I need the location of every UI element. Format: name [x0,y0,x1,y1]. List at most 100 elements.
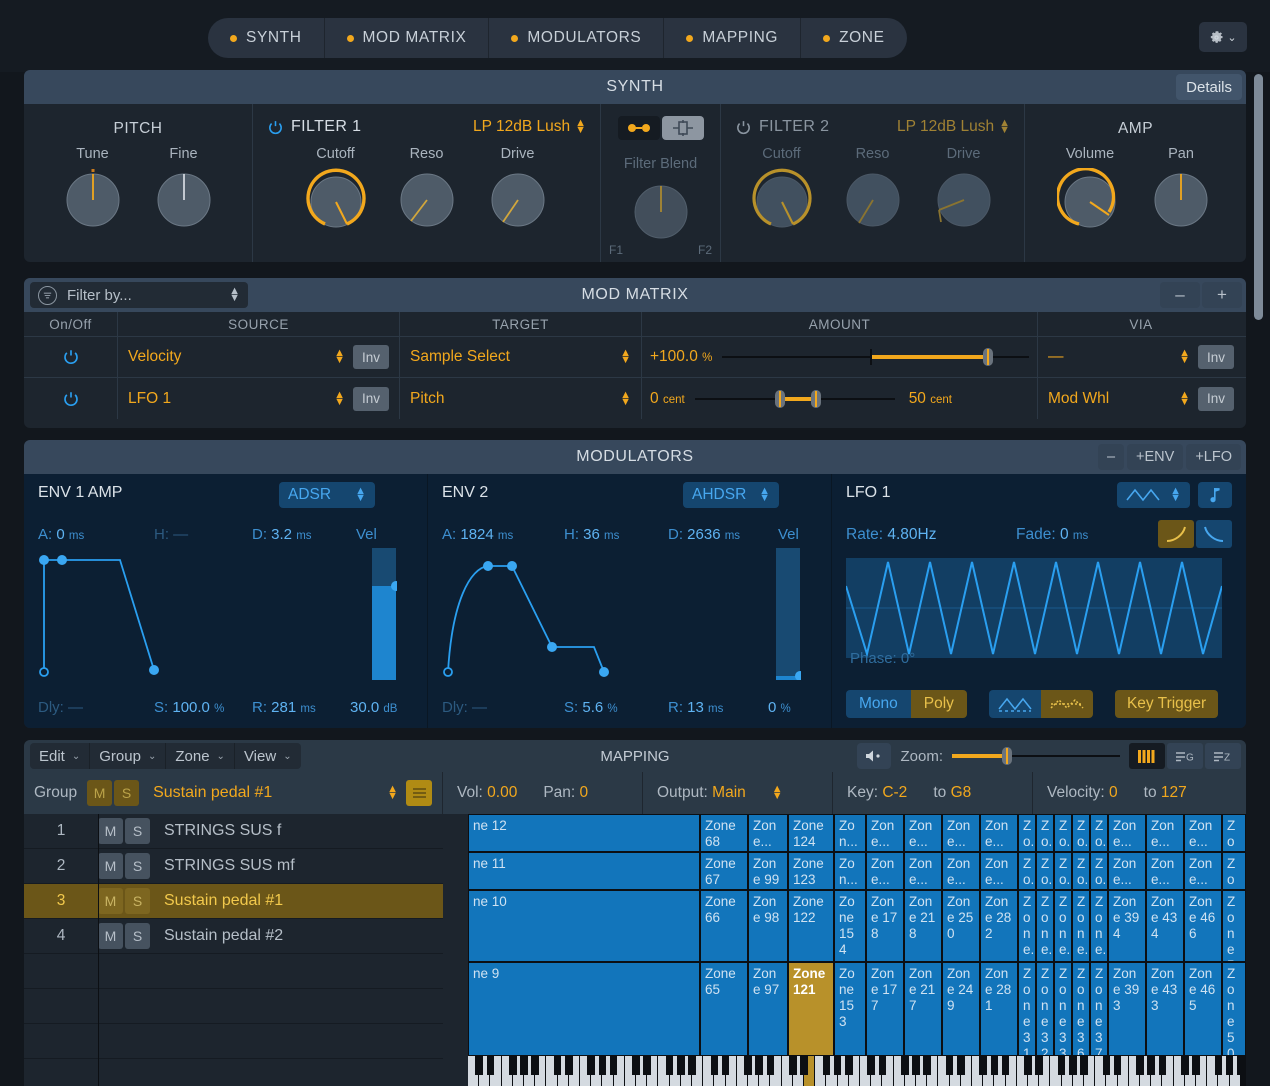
env2-delay[interactable]: Dly: — [442,699,564,716]
black-key[interactable] [912,1056,920,1075]
knob-filter2-drive[interactable]: Drive [918,146,1009,234]
zone-cell[interactable]: Zone... [1108,852,1146,890]
env1-sustain[interactable]: S: 100.0 % [154,699,252,716]
row-mute-button[interactable]: M [98,923,123,949]
black-key[interactable] [1237,1056,1245,1075]
zone-cell[interactable]: Zone 433 [1146,962,1184,1056]
fade-out-curve-button[interactable] [1196,520,1232,548]
parallel-routing-button[interactable] [662,116,704,140]
black-key[interactable] [744,1056,752,1075]
zone-cell[interactable]: Zone 98 [748,890,788,962]
lfo1-waveform-select[interactable]: ▲▼ [1117,482,1190,508]
env1-mode-select[interactable]: ADSR ▲▼ [279,482,375,508]
black-key[interactable] [587,1056,595,1075]
black-key[interactable] [1058,1056,1066,1075]
amount-slider[interactable] [722,346,1029,368]
black-key[interactable] [688,1056,696,1075]
zone-cell[interactable]: Zone... [866,852,904,890]
lfo1-poly-button[interactable]: Poly [911,690,967,718]
add-lfo-button[interactable]: +LFO [1186,444,1241,470]
power-icon[interactable] [735,119,752,136]
group-list-row[interactable]: 1 M S STRINGS SUS f [24,814,443,849]
settings-menu-button[interactable]: ⌄ [1199,22,1247,52]
zone-cell[interactable]: Zone 37... [1090,962,1108,1056]
zone-cell[interactable]: Zone 465 [1184,962,1222,1056]
row-power-toggle[interactable] [24,378,118,419]
zone-cell[interactable]: Zo.. [1036,814,1054,852]
black-key[interactable] [599,1056,607,1075]
zone-cell[interactable]: Zone... [1184,814,1222,852]
piano-keyboard[interactable] [468,1056,1246,1086]
add-env-button[interactable]: +ENV [1127,444,1183,470]
group-list-row[interactable]: 3 M S Sustain pedal #1 [24,884,443,919]
black-key[interactable] [632,1056,640,1075]
zone-cell[interactable]: Zone 218 [904,890,942,962]
knob-dial[interactable] [631,182,691,242]
fade-in-curve-button[interactable] [1158,520,1194,548]
tab-modulators[interactable]: MODULATORS [489,18,664,58]
group-mute-button[interactable]: M [87,780,112,806]
black-key[interactable] [1002,1056,1010,1075]
tab-zone[interactable]: ZONE [801,18,906,58]
row-solo-button[interactable]: S [125,818,150,844]
knob-filter1-reso[interactable]: Reso [381,146,472,234]
black-key[interactable] [1136,1056,1144,1075]
row-source-select[interactable]: LFO 1 ▲▼ Inv [118,378,400,419]
row-power-toggle[interactable] [24,337,118,377]
filter-by-select[interactable]: Filter by... ▲▼ [30,282,248,308]
black-key[interactable] [711,1056,719,1075]
power-icon[interactable] [267,119,284,136]
group-solo-button[interactable]: S [114,780,139,806]
env1-hold[interactable]: H: — [154,526,252,543]
zone-cell[interactable]: Zone 178 [866,890,904,962]
zone-cell[interactable]: Zone 505 [1222,962,1246,1056]
black-key[interactable] [1114,1056,1122,1075]
lfo1-smooth-button[interactable] [989,690,1041,718]
zone-cell[interactable]: Zone 434 [1146,890,1184,962]
black-key[interactable] [1103,1056,1111,1075]
knob-dial[interactable] [488,168,548,228]
black-key[interactable] [923,1056,931,1075]
source-invert-button[interactable]: Inv [353,387,389,411]
zone-cell[interactable]: Zone 36... [1072,962,1090,1056]
zone-cell[interactable]: Zone 177 [866,962,904,1056]
zone-cell[interactable]: Zo.. [1072,814,1090,852]
black-key[interactable] [722,1056,730,1075]
knob-filter2-reso[interactable]: Reso [827,146,918,234]
lfo1-tempo-sync-button[interactable] [1198,482,1232,508]
env2-graph[interactable] [442,552,754,680]
group-velocity-range[interactable]: Velocity: 0 to 127 [1033,772,1201,814]
zone-cell[interactable]: Zone 124 [788,814,834,852]
zone-cell[interactable]: Zone 31... [1018,962,1036,1056]
black-key[interactable] [789,1056,797,1075]
env2-decay[interactable]: D: 2636 ms [668,526,778,543]
menu-view[interactable]: View ⌄ [235,743,301,769]
zone-cell[interactable]: Zone 508 [1222,814,1246,852]
knob-dial[interactable] [63,168,123,228]
black-key[interactable] [531,1056,539,1075]
env1-attack[interactable]: A: 0 ms [38,526,154,543]
group-pan[interactable]: Pan: 0 [543,784,588,802]
zone-cell[interactable]: Zo.. [1090,852,1108,890]
env2-sustain[interactable]: S: 5.6 % [564,699,668,716]
black-key[interactable] [979,1056,987,1075]
knob-filter-blend[interactable] [615,182,706,242]
env2-mode-select[interactable]: AHDSR ▲▼ [683,482,779,508]
zone-cell[interactable]: Zone 67 [700,852,748,890]
zone-cell[interactable]: ne 12 [468,814,700,852]
zone-cell[interactable]: Zon... [834,852,866,890]
zone-cell[interactable]: Zone 466 [1184,890,1222,962]
knob-dial[interactable] [154,168,214,228]
row-mute-button[interactable]: M [98,818,123,844]
knob-amp-volume[interactable]: Volume [1045,146,1136,234]
env2-attack[interactable]: A: 1824 ms [442,526,564,543]
black-key[interactable] [475,1056,483,1075]
zone-cell[interactable]: Zone 394 [1108,890,1146,962]
row-solo-button[interactable]: S [125,888,150,914]
lfo1-phase[interactable]: Phase: 0° [850,650,915,667]
zone-cell[interactable]: Zone 249 [942,962,980,1056]
knob-dial[interactable] [749,168,815,234]
zone-cell[interactable]: Zo.. [1036,852,1054,890]
black-key[interactable] [610,1056,618,1075]
row-source-select[interactable]: Velocity ▲▼ Inv [118,337,400,377]
